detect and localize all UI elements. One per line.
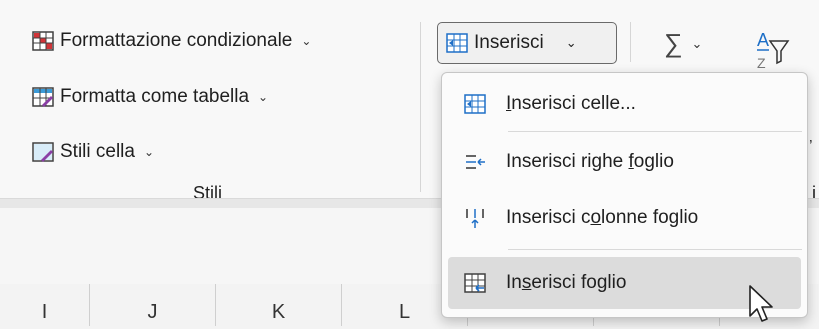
access-key: s bbox=[521, 272, 532, 293]
label-start: Inserisci righe bbox=[506, 151, 629, 172]
toolbar-divider bbox=[630, 22, 631, 62]
group-divider bbox=[420, 22, 421, 192]
insert-cells-icon bbox=[446, 33, 468, 53]
format-as-table-label: Formatta come tabella bbox=[60, 86, 250, 107]
label-rest: oglio bbox=[633, 151, 674, 172]
svg-text:A: A bbox=[757, 30, 769, 50]
conditional-formatting-label: Formattazione condizionale bbox=[60, 30, 293, 51]
menu-item-insert-rows[interactable]: Inserisci righe foglio bbox=[448, 139, 801, 185]
label-start: In bbox=[506, 272, 522, 293]
column-header-k[interactable]: K bbox=[216, 284, 342, 326]
mouse-pointer-icon bbox=[748, 284, 776, 329]
label-start: Inserisci c bbox=[506, 207, 591, 228]
menu-item-insert-cells[interactable]: Inserisci celle... bbox=[448, 81, 801, 127]
menu-item-label: Inserisci colonne foglio bbox=[506, 207, 698, 229]
sigma-icon: ∑ bbox=[664, 28, 683, 58]
format-as-table-button[interactable]: Formatta come tabella ⌄ bbox=[32, 86, 268, 108]
svg-text:Z: Z bbox=[757, 55, 766, 71]
chevron-down-icon: ⌄ bbox=[258, 90, 269, 104]
clipped-item: ’ bbox=[809, 138, 813, 155]
column-header-j[interactable]: J bbox=[90, 284, 216, 326]
menu-item-label: Inserisci righe foglio bbox=[506, 151, 674, 173]
label-rest: lonne foglio bbox=[601, 207, 699, 228]
sort-filter-button[interactable]: A Z bbox=[757, 28, 819, 77]
insert-cells-icon bbox=[464, 94, 486, 114]
column-label: K bbox=[271, 301, 286, 323]
column-header-i[interactable]: I bbox=[0, 284, 90, 326]
conditional-formatting-button[interactable]: Formattazione condizionale ⌄ bbox=[32, 30, 311, 52]
insert-dropdown-menu: Inserisci celle... Inserisci righe fogli… bbox=[441, 72, 808, 318]
menu-item-label: Inserisci celle... bbox=[506, 93, 636, 115]
column-label: I bbox=[41, 301, 48, 323]
menu-item-label: Inserisci foglio bbox=[506, 272, 626, 294]
column-label: J bbox=[147, 301, 158, 323]
conditional-formatting-icon bbox=[32, 31, 54, 51]
insert-button[interactable]: Inserisci ⌄ bbox=[437, 22, 617, 64]
format-as-table-icon bbox=[32, 87, 54, 107]
cell-styles-icon bbox=[32, 142, 54, 162]
chevron-down-icon: ⌄ bbox=[143, 145, 155, 159]
menu-separator bbox=[508, 249, 802, 250]
autosum-button[interactable]: ∑ ⌄ bbox=[664, 28, 702, 59]
label-rest: nserisci celle... bbox=[511, 93, 636, 114]
column-label: L bbox=[398, 301, 411, 323]
chevron-down-icon: ⌄ bbox=[301, 34, 312, 48]
cell-styles-label: Stili cella bbox=[60, 141, 135, 162]
insert-sheet-icon bbox=[464, 273, 486, 293]
cell-styles-button[interactable]: Stili cella ⌄ bbox=[32, 141, 154, 163]
label-rest: erisci foglio bbox=[531, 272, 627, 293]
insert-columns-icon bbox=[464, 208, 486, 228]
menu-separator bbox=[508, 131, 802, 132]
insert-rows-icon bbox=[464, 152, 486, 172]
insert-button-label: Inserisci bbox=[474, 32, 544, 53]
menu-item-insert-columns[interactable]: Inserisci colonne foglio bbox=[448, 195, 801, 241]
chevron-down-icon: ⌄ bbox=[565, 35, 577, 50]
chevron-down-icon: ⌄ bbox=[691, 35, 703, 51]
access-key: o bbox=[590, 207, 602, 228]
